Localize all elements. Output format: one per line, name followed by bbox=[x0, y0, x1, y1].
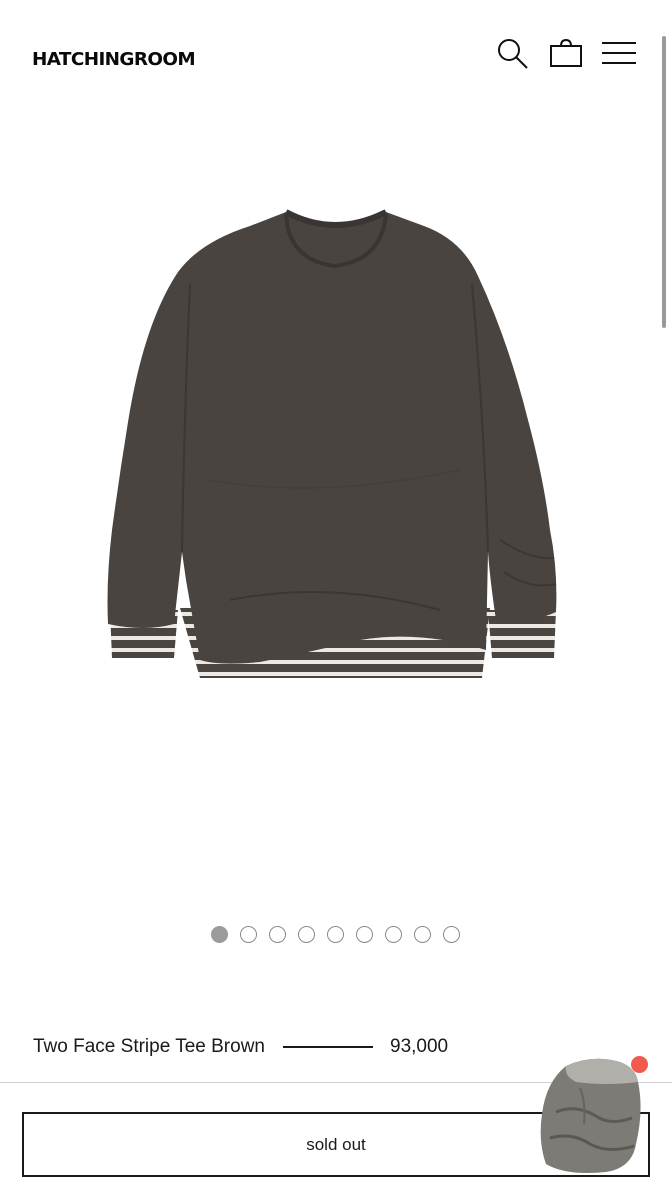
pagination-dot[interactable] bbox=[298, 926, 315, 943]
pagination-dot[interactable] bbox=[240, 926, 257, 943]
scrollbar[interactable] bbox=[662, 36, 666, 328]
hamburger-menu-icon[interactable] bbox=[600, 34, 638, 72]
product-name: Two Face Stripe Tee Brown bbox=[33, 1036, 265, 1057]
pagination-dot[interactable] bbox=[269, 926, 286, 943]
pagination-dot[interactable] bbox=[211, 926, 228, 943]
pagination-dot[interactable] bbox=[414, 926, 431, 943]
notification-badge bbox=[631, 1056, 648, 1073]
brand-logo[interactable]: HATCHINGROOM bbox=[32, 49, 196, 70]
product-price: 93,000 bbox=[390, 1036, 449, 1057]
shopping-bag-icon[interactable] bbox=[547, 34, 585, 72]
search-icon[interactable] bbox=[493, 34, 531, 72]
pagination-dot[interactable] bbox=[443, 926, 460, 943]
separator-line bbox=[283, 1046, 373, 1048]
pagination-dot[interactable] bbox=[385, 926, 402, 943]
site-header: HATCHINGROOM bbox=[0, 0, 672, 120]
product-image[interactable] bbox=[60, 180, 612, 700]
gallery-pagination bbox=[0, 926, 672, 946]
pagination-dot[interactable] bbox=[356, 926, 373, 943]
pagination-dot[interactable] bbox=[327, 926, 344, 943]
